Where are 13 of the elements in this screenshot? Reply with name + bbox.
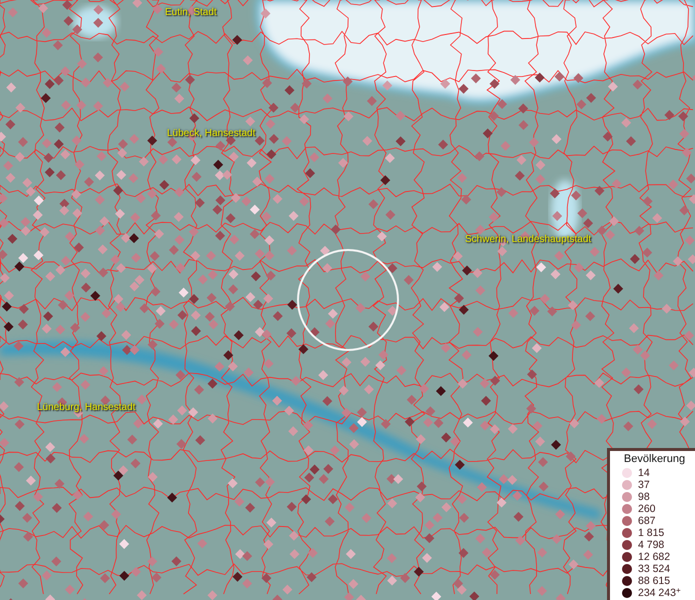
legend-label: 4 798 [638, 539, 664, 551]
legend-label: 234 243$^{+}$ [638, 587, 681, 599]
legend-label: 260 [638, 503, 656, 515]
legend-label: 33 524 [638, 563, 670, 575]
legend-title: Bevölkerung [622, 453, 686, 465]
legend-label: 1 815 [638, 527, 664, 539]
legend-label: 12 682 [638, 551, 670, 563]
legend-label: 88 615 [638, 575, 670, 587]
legend-label: 687 [638, 515, 656, 527]
legend-label: 37 [638, 479, 650, 491]
place-label: Eutin, Stadt [165, 7, 217, 18]
legend-label: 98 [638, 491, 650, 503]
legend-label: 14 [638, 467, 650, 479]
